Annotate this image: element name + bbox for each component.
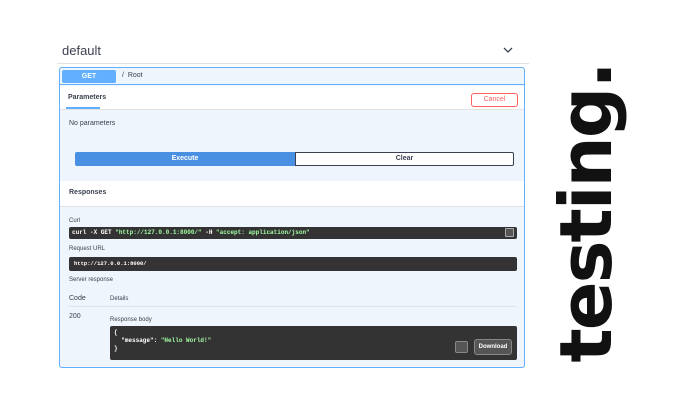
body-open: { [114,329,118,336]
request-url-label: Request URL [69,246,106,252]
curl-header: "accept: application/json" [216,229,310,236]
tab-parameters[interactable]: Parameters [68,94,106,101]
body-value: "Hello World!" [160,337,212,344]
execute-button[interactable]: Execute [75,152,295,166]
parameters-header: Parameters Cancel [60,86,524,110]
body-line: "message": "Hello World!" [114,337,513,345]
operation-path: / Root [122,72,143,79]
request-url[interactable]: http://127.0.0.1:8000/ [69,257,517,271]
chevron-down-icon[interactable] [501,43,515,57]
responses-header: Responses [60,181,524,207]
brand-wordmark: testing. [544,63,628,363]
body-close: } [114,345,118,352]
status-code: 200 [69,313,81,320]
path-text: / [122,72,124,79]
section-title: default [62,43,102,58]
curl-cmd: curl -X GET [72,229,116,236]
operation-summary[interactable]: GET / Root [60,68,524,85]
details-header: Details [110,296,129,302]
curl-command[interactable]: curl -X GET "http://127.0.0.1:8000/" -H … [69,227,517,239]
body-key: "message": [114,337,161,344]
section-header[interactable]: default [57,38,529,64]
curl-url: "http://127.0.0.1:8000/" [115,229,202,236]
copy-icon[interactable] [455,341,468,353]
clear-button[interactable]: Clear [295,152,514,166]
curl-flag: -H [201,229,217,236]
method-badge: GET [62,70,116,83]
tab-underline [66,107,100,109]
code-header: Code [69,295,86,302]
download-button[interactable]: Download [474,339,512,355]
api-panel: default GET / Root Parameters Cancel No … [57,38,529,368]
responses-title: Responses [69,189,107,196]
path-summary: Root [127,72,143,79]
server-response-label: Server response [69,277,114,283]
cancel-button[interactable]: Cancel [471,93,518,107]
response-body[interactable]: { "message": "Hello World!" } Download [110,326,517,360]
copy-icon[interactable] [505,228,514,237]
response-body-label: Response body [110,317,152,323]
response-table-header: Code Details [69,293,517,307]
curl-label: Curl [69,218,81,224]
operation-block: GET / Root Parameters Cancel No paramete… [59,67,525,368]
no-parameters-text: No parameters [69,120,116,127]
